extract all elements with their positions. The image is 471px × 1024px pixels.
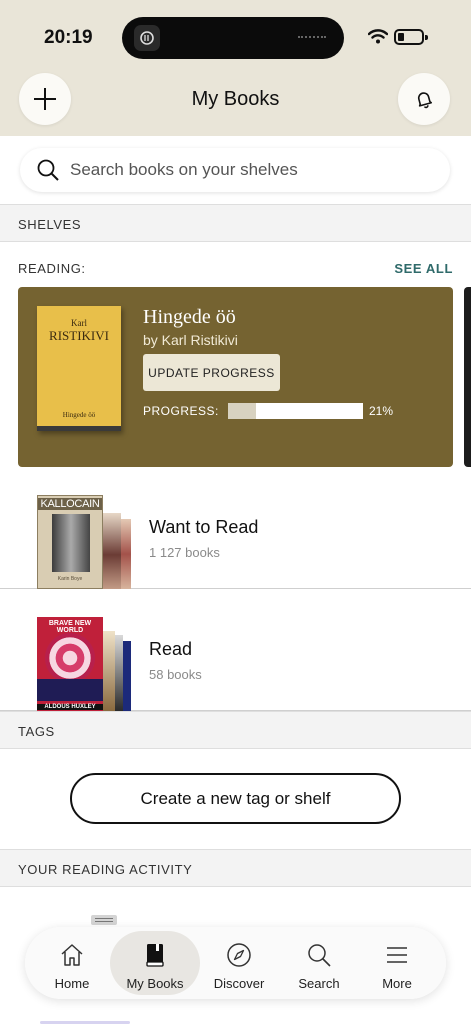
progress-bar (228, 403, 363, 419)
bell-icon (417, 92, 433, 109)
search-icon (274, 941, 364, 969)
currently-reading-card[interactable]: Karl RISTIKIVI Hingede öö Hingede öö by … (18, 287, 453, 467)
dynamic-island (122, 17, 344, 59)
section-title: TAGS (18, 724, 55, 739)
stacked-cover (101, 513, 121, 589)
book-cover[interactable]: Karl RISTIKIVI Hingede öö (37, 306, 121, 431)
next-reading-card-peek[interactable] (464, 287, 471, 467)
shelf-name: Want to Read (149, 517, 259, 537)
section-title: SHELVES (18, 217, 82, 232)
cover-image (45, 633, 95, 683)
shelf-name: Read (149, 639, 193, 659)
cover-title: KALLOCAIN (38, 498, 102, 510)
shelf-row-want-to-read[interactable]: KALLOCAIN Karin Boye Want to Read 1 127 … (0, 467, 471, 589)
section-header-tags: TAGS (0, 711, 471, 749)
section-title: YOUR READING ACTIVITY (18, 862, 193, 877)
shelf-cover-stack: KALLOCAIN Karin Boye (37, 495, 137, 589)
search-area (0, 136, 471, 204)
search-bar[interactable] (20, 148, 450, 192)
battery-icon (394, 29, 428, 45)
cover-band (37, 426, 121, 431)
tab-my-books[interactable]: My Books (110, 931, 200, 995)
search-icon (37, 159, 59, 181)
book-author: by Karl Ristikivi (143, 332, 238, 348)
see-all-link[interactable]: SEE ALL (394, 261, 453, 276)
activity-indicator (298, 36, 326, 40)
progress-percent: 21% (369, 404, 394, 418)
create-tag-button[interactable]: Create a new tag or shelf (70, 773, 401, 824)
shelf-count: 1 127 books (149, 545, 220, 560)
tab-more[interactable]: More (352, 931, 442, 995)
cover-title: BRAVE NEW WORLD (48, 620, 92, 634)
shelf-row-read[interactable]: BRAVE NEW WORLD ALDOUS HUXLEY Read 58 bo… (0, 589, 471, 711)
compass-icon (194, 941, 284, 969)
top-header: 20:19 My Books (0, 0, 471, 136)
tab-label: Discover (213, 976, 265, 991)
tab-label: Search (298, 976, 340, 991)
tab-label: More (382, 976, 412, 991)
section-header-reading-activity: YOUR READING ACTIVITY (0, 849, 471, 887)
notifications-button[interactable] (398, 73, 450, 125)
tab-label: My Books (126, 976, 184, 991)
home-icon (27, 941, 117, 969)
menu-icon (352, 941, 442, 969)
cover-author-last: RISTIKIVI (49, 328, 109, 343)
drag-handle[interactable] (91, 915, 117, 925)
cover-image (37, 679, 103, 701)
tab-discover[interactable]: Discover (194, 931, 284, 995)
tab-home[interactable]: Home (27, 931, 117, 995)
book-cover: KALLOCAIN Karin Boye (37, 495, 103, 589)
tab-bar: Home My Books Discover Search More (25, 927, 446, 999)
cover-author-first: Karl (71, 318, 87, 328)
wifi-icon (367, 28, 389, 49)
cover-title: Hingede öö (62, 411, 96, 419)
update-progress-button[interactable]: UPDATE PROGRESS (143, 354, 280, 391)
status-time: 20:19 (44, 27, 93, 48)
cover-author: Karin Boye (57, 576, 83, 582)
cover-image (52, 514, 90, 572)
reading-label: READING: (18, 261, 86, 276)
book-icon (110, 941, 200, 969)
tab-search[interactable]: Search (274, 931, 364, 995)
section-header-shelves: SHELVES (0, 204, 471, 242)
shelf-cover-stack: BRAVE NEW WORLD ALDOUS HUXLEY (37, 617, 137, 711)
cover-author: ALDOUS HUXLEY (37, 704, 103, 710)
progress-label: PROGRESS: (143, 404, 219, 418)
book-title[interactable]: Hingede öö (143, 306, 236, 329)
shelf-count: 58 books (149, 667, 202, 682)
live-activity-icon (134, 25, 160, 51)
progress-fill (228, 403, 257, 419)
book-cover: BRAVE NEW WORLD ALDOUS HUXLEY (37, 617, 103, 711)
search-input[interactable] (70, 160, 430, 180)
tab-label: Home (54, 976, 90, 991)
